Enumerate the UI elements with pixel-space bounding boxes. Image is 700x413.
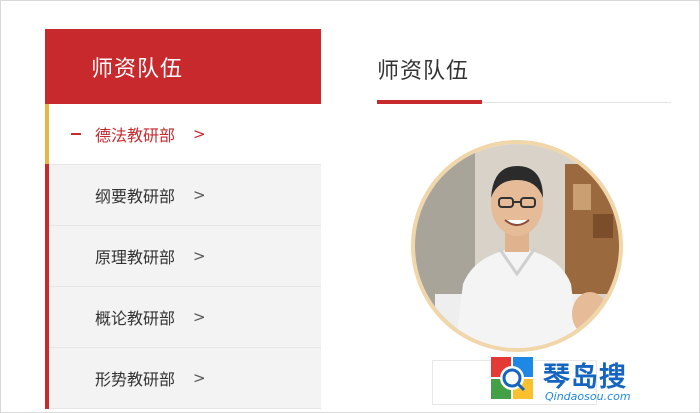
sidebar-list: 德法教研部 > 纲要教研部 > 原理教研部 > 概论教研部 > 形势教研部 > [45, 104, 321, 409]
sidebar-title: 师资队伍 [91, 56, 184, 82]
chevron-right-icon: > [193, 308, 206, 326]
chevron-right-icon: > [193, 125, 206, 143]
chevron-right-icon: > [193, 186, 206, 204]
watermark: 琴岛搜 Qindaosou.com [487, 353, 667, 405]
qindaosou-logo-icon [491, 357, 533, 399]
active-dash-icon [71, 133, 81, 135]
page-title: 师资队伍 [377, 59, 470, 84]
sidebar-item-label: 形势教研部 [95, 370, 176, 389]
chevron-right-icon: > [193, 369, 206, 387]
watermark-brand: 琴岛搜 [543, 362, 627, 393]
sidebar-item-label: 原理教研部 [95, 248, 176, 267]
sidebar-item-xingshi[interactable]: 形势教研部 > [49, 348, 321, 409]
sidebar-item-defa[interactable]: 德法教研部 > [45, 104, 321, 165]
sidebar-item-label: 纲要教研部 [95, 187, 176, 206]
sidebar-item-label: 概论教研部 [95, 309, 176, 328]
teacher-portrait[interactable] [411, 140, 623, 352]
sidebar-header: 师资队伍 [45, 29, 321, 104]
chevron-right-icon: > [193, 247, 206, 265]
sidebar-item-label: 德法教研部 [95, 126, 176, 145]
watermark-url: Qindaosou.com [545, 390, 631, 403]
sidebar: 师资队伍 德法教研部 > 纲要教研部 > 原理教研部 > 概论教研部 > 形势教… [45, 29, 321, 413]
portrait-photo [415, 144, 619, 348]
title-underline [377, 100, 482, 104]
sidebar-item-gailun[interactable]: 概论教研部 > [49, 287, 321, 348]
sidebar-item-gangyao[interactable]: 纲要教研部 > [49, 165, 321, 226]
sidebar-item-yuanli[interactable]: 原理教研部 > [49, 226, 321, 287]
